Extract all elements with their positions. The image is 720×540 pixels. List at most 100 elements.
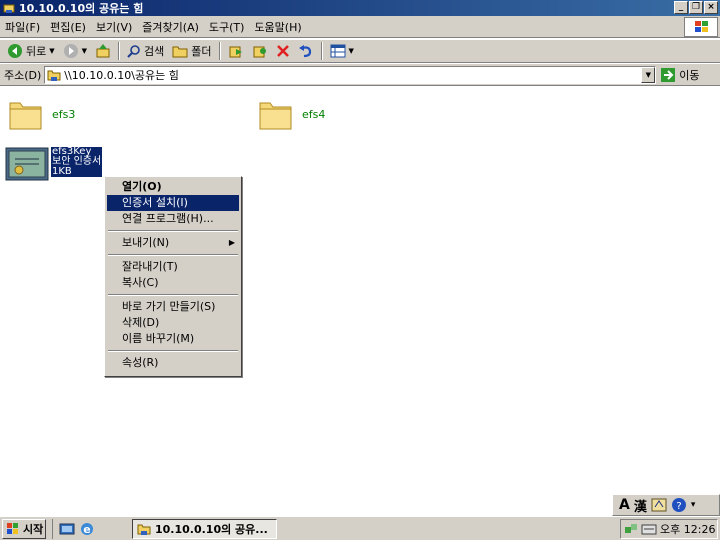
menu-help[interactable]: 도움말(H) (249, 19, 306, 35)
hanja-button[interactable]: 漢 (634, 496, 647, 515)
menu-item-open-with[interactable]: 연결 프로그램(H)... (107, 211, 239, 227)
restore-button[interactable]: ❐ (689, 1, 703, 14)
menu-tools[interactable]: 도구(T) (204, 19, 250, 35)
toolbar-separator (118, 42, 121, 60)
window-title: 10.10.0.10의 공유는 힘 (19, 2, 144, 15)
minimize-button[interactable]: _ (674, 1, 688, 14)
forward-button[interactable]: ▼ (59, 41, 91, 61)
folder-name: efs3 (52, 107, 76, 121)
address-bar: 주소(D) \\10.10.0.10\공유는 힘 ▼ 이동 (0, 64, 720, 86)
start-label: 시작 (23, 523, 44, 536)
taskbar: 시작 e 10.10.0.10의 공유... 오후 12:26 (0, 516, 720, 540)
menu-separator (108, 350, 238, 352)
menu-edit[interactable]: 편집(E) (45, 19, 91, 35)
certificate-icon (5, 147, 49, 181)
chevron-down-icon[interactable]: ▼ (349, 47, 354, 55)
address-dropdown-button[interactable]: ▼ (641, 66, 656, 83)
svg-text:e: e (83, 523, 90, 536)
keyboard-icon[interactable] (641, 522, 657, 536)
menu-separator (108, 254, 238, 256)
menu-item-install-certificate[interactable]: 인증서 설치(I) (107, 195, 239, 211)
folder-item[interactable]: efs4 (258, 97, 325, 131)
menu-separator (108, 230, 238, 232)
submenu-arrow-icon: ▶ (228, 238, 235, 247)
ime-pad-icon[interactable] (651, 497, 667, 513)
address-input[interactable]: \\10.10.0.10\공유는 힘 ▼ (44, 65, 657, 84)
certificate-file-item[interactable]: efs3Key 보안 인증서 1KB (5, 147, 103, 181)
search-icon (127, 45, 140, 58)
search-button[interactable]: 검색 (123, 41, 168, 61)
chevron-down-icon[interactable]: ▼ (49, 47, 54, 55)
views-grid-icon (330, 44, 346, 58)
windows-logo-icon (684, 17, 718, 37)
menu-file[interactable]: 파일(F) (0, 19, 45, 35)
menu-item-properties[interactable]: 속성(R) (107, 355, 239, 371)
windows-logo-icon (7, 523, 18, 534)
undo-button[interactable] (294, 41, 318, 61)
network-icon[interactable] (624, 522, 638, 536)
taskbar-window-label: 10.10.0.10의 공유... (155, 523, 268, 536)
menu-view[interactable]: 보기(V) (91, 19, 137, 35)
menu-item-cut[interactable]: 잘라내기(T) (107, 259, 239, 275)
toolbar-separator (218, 42, 221, 60)
toolbar-separator (320, 42, 323, 60)
menu-separator (108, 294, 238, 296)
menu-item-rename[interactable]: 이름 바꾸기(M) (107, 331, 239, 347)
move-to-button[interactable] (224, 41, 248, 61)
system-tray: 오후 12:26 (620, 519, 718, 539)
folder-item[interactable]: efs3 (8, 97, 75, 131)
back-button[interactable]: 뒤로 ▼ (3, 41, 59, 61)
certificate-size: 1KB (52, 166, 72, 177)
shared-folder-icon (3, 4, 15, 13)
back-arrow-icon (8, 44, 22, 58)
undo-icon (298, 45, 311, 58)
shared-folder-icon (137, 524, 151, 535)
internet-explorer-icon[interactable]: e (79, 521, 95, 537)
title-bar[interactable]: 10.10.0.10의 공유는 힘 _ ❐ × (0, 0, 720, 16)
help-icon[interactable]: ? (671, 497, 687, 513)
forward-arrow-icon (63, 44, 78, 58)
close-button[interactable]: × (704, 1, 718, 14)
delete-button[interactable] (272, 41, 294, 61)
up-folder-icon (96, 44, 110, 58)
send-to-label: 보내기(N) (122, 236, 170, 249)
input-mode-button[interactable]: A (619, 497, 630, 513)
menu-item-copy[interactable]: 복사(C) (107, 275, 239, 291)
standard-toolbar: 뒤로 ▼ ▼ 검색 폴더 ▼ (0, 39, 720, 63)
menu-item-create-shortcut[interactable]: 바로 가기 만들기(S) (107, 299, 239, 315)
back-label: 뒤로 (26, 45, 47, 58)
go-label: 이동 (679, 68, 700, 82)
views-button[interactable]: ▼ (326, 41, 358, 61)
address-label: 주소(D) (4, 68, 42, 82)
language-bar: A 漢 ? ▾ (612, 494, 720, 516)
shared-folder-icon (47, 70, 61, 81)
folder-name: efs4 (302, 107, 326, 121)
menu-item-open[interactable]: 열기(O) (107, 179, 239, 195)
delete-x-icon (276, 45, 289, 57)
move-to-icon (229, 46, 242, 58)
taskbar-window-button[interactable]: 10.10.0.10의 공유... (132, 519, 277, 539)
folder-icon (172, 46, 188, 58)
svg-text:?: ? (676, 501, 681, 512)
menu-item-send-to[interactable]: 보내기(N) ▶ (107, 235, 239, 251)
copy-to-button[interactable] (248, 41, 272, 61)
menu-favorites[interactable]: 즐겨찾기(A) (137, 19, 204, 35)
go-button[interactable]: 이동 (660, 67, 700, 83)
clock[interactable]: 오후 12:26 (660, 521, 715, 537)
search-label: 검색 (144, 45, 165, 58)
address-value: \\10.10.0.10\공유는 힘 (64, 68, 179, 82)
folders-button[interactable]: 폴더 (168, 41, 215, 61)
folder-icon (9, 102, 42, 130)
show-desktop-icon[interactable] (59, 521, 75, 537)
folder-icon (259, 102, 292, 130)
context-menu: 열기(O) 인증서 설치(I) 연결 프로그램(H)... 보내기(N) ▶ 잘… (104, 176, 242, 377)
chevron-down-icon[interactable]: ▼ (82, 47, 87, 55)
copy-to-icon (253, 46, 266, 58)
chevron-down-icon[interactable]: ▾ (691, 500, 696, 510)
up-folder-button[interactable] (91, 41, 115, 61)
menu-bar: 파일(F) 편집(E) 보기(V) 즐겨찾기(A) 도구(T) 도움말(H) (0, 16, 720, 38)
folders-label: 폴더 (191, 45, 212, 58)
menu-item-delete[interactable]: 삭제(D) (107, 315, 239, 331)
go-arrow-icon (661, 67, 676, 82)
start-button[interactable]: 시작 (2, 519, 46, 539)
